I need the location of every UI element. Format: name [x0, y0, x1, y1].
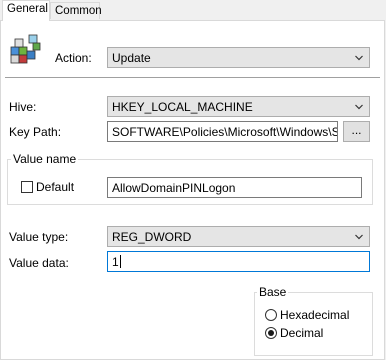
value-data-text-wrap: 1	[112, 255, 121, 269]
value-data-input[interactable]: 1	[107, 251, 370, 272]
value-name-group-title: Value name	[11, 152, 79, 166]
chevron-down-icon	[355, 234, 363, 240]
action-value: Update	[112, 51, 151, 65]
default-checkbox[interactable]	[21, 181, 33, 193]
tab-general-label: General	[7, 3, 48, 15]
value-type-value: REG_DWORD	[112, 230, 192, 244]
value-name-value: AllowDomainPINLogon	[112, 181, 236, 195]
browse-button-label: ...	[351, 123, 362, 137]
action-select[interactable]: Update	[107, 47, 370, 68]
action-label: Action:	[55, 51, 92, 65]
tab-common-label: Common	[55, 5, 102, 17]
decimal-radio[interactable]	[265, 327, 277, 339]
value-type-select[interactable]: REG_DWORD	[107, 226, 370, 247]
value-data-value: 1	[112, 255, 119, 269]
text-caret	[119, 255, 121, 268]
tab-general[interactable]: General	[2, 0, 50, 21]
value-data-label: Value data:	[9, 256, 69, 270]
hexadecimal-radio[interactable]	[265, 309, 277, 321]
separator	[5, 77, 380, 78]
hive-value: HKEY_LOCAL_MACHINE	[112, 100, 253, 114]
browse-button[interactable]: ...	[343, 121, 370, 142]
key-path-label: Key Path:	[9, 125, 62, 139]
key-path-input[interactable]: SOFTWARE\Policies\Microsoft\Windows\Syst…	[107, 121, 338, 142]
hive-label: Hive:	[9, 100, 37, 114]
hexadecimal-radio-label: Hexadecimal	[280, 308, 350, 322]
decimal-radio-label: Decimal	[280, 326, 324, 340]
default-checkbox-label: Default	[36, 180, 75, 194]
registry-cubes-icon	[10, 34, 41, 64]
base-group-title: Base	[257, 285, 289, 299]
base-group	[254, 292, 373, 356]
key-path-value: SOFTWARE\Policies\Microsoft\Windows\Syst…	[112, 125, 337, 139]
chevron-down-icon	[355, 55, 363, 61]
general-tab-page: Action: Update Hive: HKEY_LOCAL_MACHINE …	[0, 20, 385, 360]
hive-select[interactable]: HKEY_LOCAL_MACHINE	[107, 96, 370, 117]
value-type-label: Value type:	[9, 230, 69, 244]
tab-common[interactable]: Common	[50, 2, 102, 19]
value-name-input[interactable]: AllowDomainPINLogon	[107, 177, 362, 198]
chevron-down-icon	[355, 104, 363, 110]
